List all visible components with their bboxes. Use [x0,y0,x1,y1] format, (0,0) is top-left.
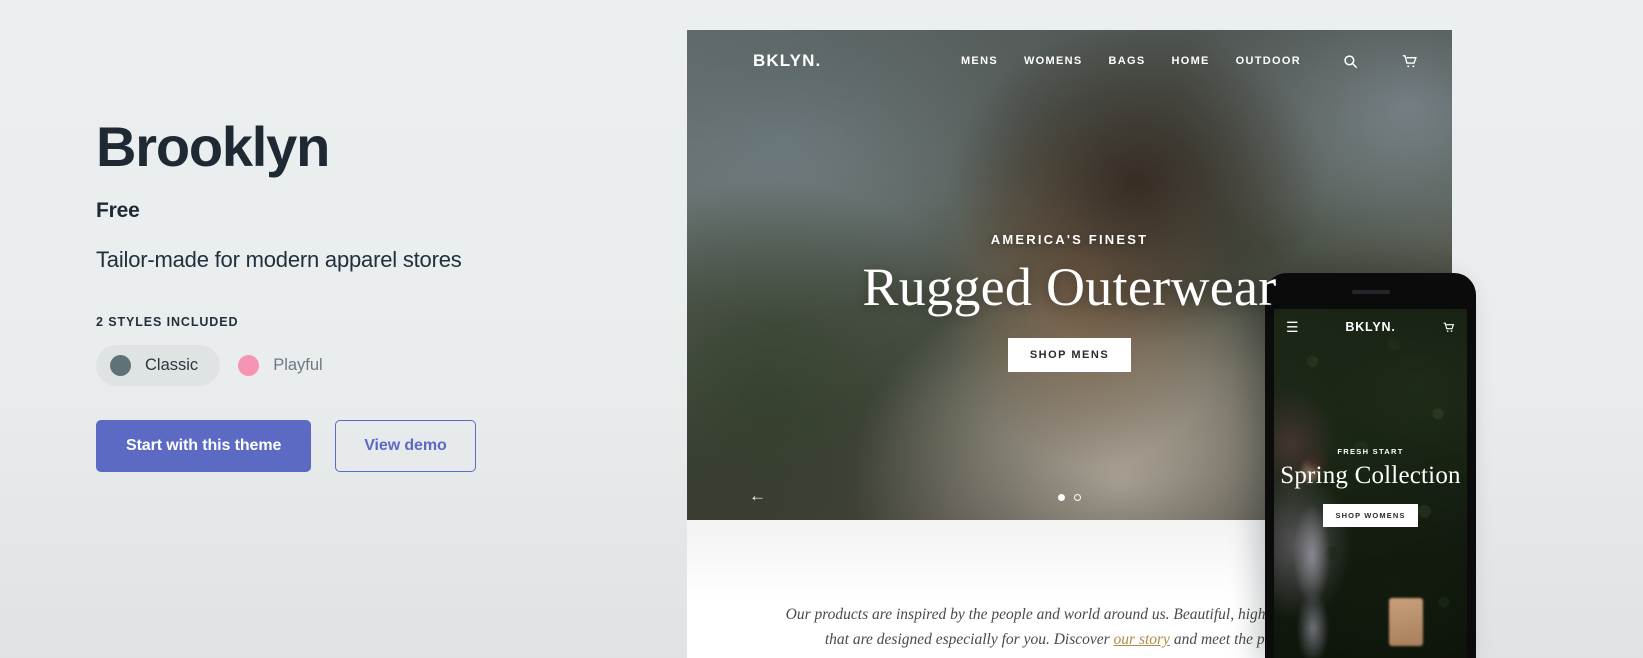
style-swatch-classic [110,354,131,376]
shop-womens-button[interactable]: SHOP WOMENS [1322,504,1419,527]
style-option-playful[interactable]: Playful [224,345,345,386]
our-story-link[interactable]: our story [1114,631,1170,648]
start-with-this-theme-button[interactable]: Start with this theme [96,419,312,472]
nav-item-home[interactable]: HOME [1171,55,1209,67]
nav-item-mens[interactable]: MENS [961,55,998,67]
story-line-1: Our products are inspired by the people … [785,605,1313,623]
mobile-hero-headline: Spring Collection [1280,462,1461,489]
style-label-classic: Classic [145,355,199,374]
carousel-dot-1[interactable] [1058,494,1065,501]
view-demo-button[interactable]: View demo [335,419,476,472]
style-option-classic[interactable]: Classic [96,344,221,386]
theme-info-panel: Brooklyn Free Tailor-made for modern app… [96,115,656,472]
theme-price: Free [96,198,140,222]
storefront-navbar: BKLYN. MENS WOMENS BAGS HOME OUTDOOR [687,30,1452,92]
mobile-storefront-logo: BKLYN. [1345,320,1396,334]
mobile-theme-preview[interactable]: ☰ BKLYN. FRESH START Spring Collection S… [1265,273,1476,658]
mobile-handbag [1389,598,1423,646]
style-swatch-playful [238,354,260,376]
nav-item-womens[interactable]: WOMENS [1024,55,1083,67]
cta-button-row: Start with this theme View demo [96,419,656,472]
carousel-dot-2[interactable] [1074,494,1081,501]
storefront-logo[interactable]: BKLYN. [753,51,821,71]
mobile-hero-eyebrow: FRESH START [1337,447,1404,456]
hero-content: AMERICA'S FINEST Rugged Outerwear SHOP M… [687,232,1452,372]
search-icon[interactable] [1343,54,1358,69]
shop-mens-button[interactable]: SHOP MENS [1007,338,1132,372]
mobile-hero-content: FRESH START Spring Collection SHOP WOMEN… [1274,447,1467,527]
theme-tagline: Tailor-made for modern apparel stores [96,246,462,272]
style-label-playful: Playful [273,355,323,374]
style-selector: Classic Playful [96,344,656,386]
page-title: Brooklyn [96,115,330,178]
storefront-nav-links: MENS WOMENS BAGS HOME OUTDOOR [961,54,1418,69]
styles-included-label: 2 STYLES INCLUDED [96,314,239,329]
mobile-navbar: ☰ BKLYN. [1274,309,1467,345]
hero-eyebrow: AMERICA'S FINEST [990,232,1149,247]
nav-item-bags[interactable]: BAGS [1108,55,1145,67]
hamburger-icon[interactable]: ☰ [1286,320,1299,334]
cart-icon[interactable] [1443,322,1455,333]
nav-item-outdoor[interactable]: OUTDOOR [1236,55,1301,67]
cart-icon[interactable] [1402,54,1418,69]
